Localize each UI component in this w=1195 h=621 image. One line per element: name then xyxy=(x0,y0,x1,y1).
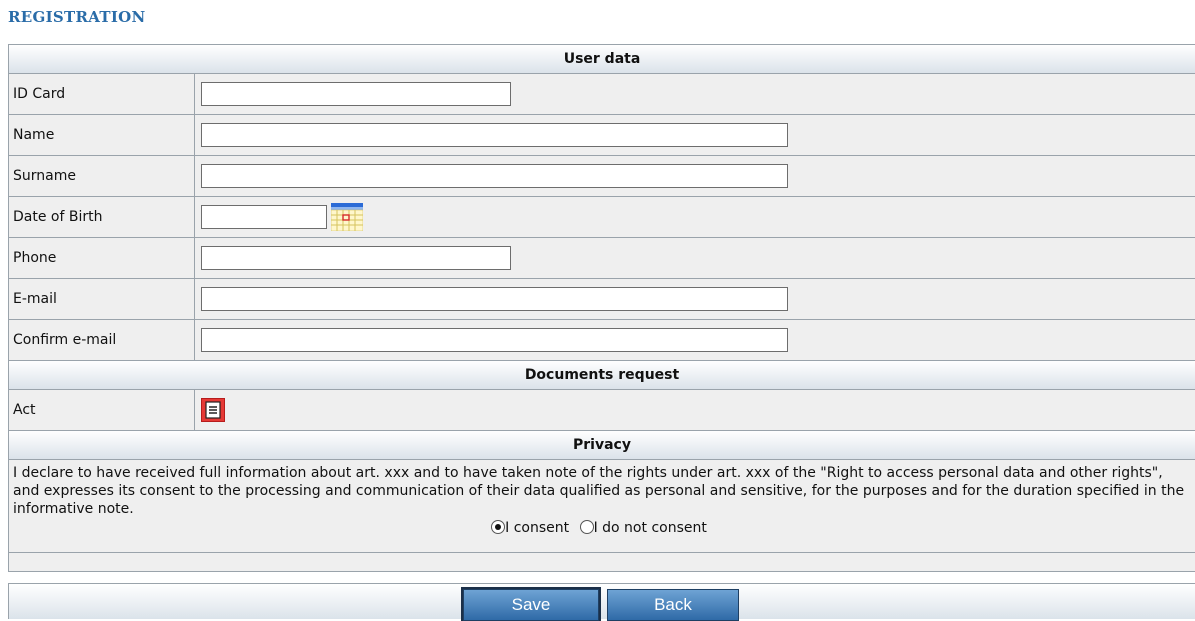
footer-bar: Save Back xyxy=(8,583,1195,621)
name-input[interactable] xyxy=(201,123,788,147)
save-button[interactable]: Save xyxy=(463,589,599,621)
registration-form: User data ID Card Name Surname Date of B… xyxy=(8,44,1195,572)
back-button[interactable]: Back xyxy=(607,589,739,621)
calendar-icon[interactable] xyxy=(330,203,364,232)
date-of-birth-input[interactable] xyxy=(201,205,327,229)
row-email: E-mail xyxy=(9,279,1195,320)
surname-label: Surname xyxy=(9,156,195,196)
document-list-icon[interactable] xyxy=(201,398,225,422)
id-card-input[interactable] xyxy=(201,82,511,106)
row-confirm-email: Confirm e-mail xyxy=(9,320,1195,361)
privacy-text: I declare to have received full informat… xyxy=(13,465,1185,517)
row-name: Name xyxy=(9,115,1195,156)
name-label: Name xyxy=(9,115,195,155)
row-id-card: ID Card xyxy=(9,74,1195,115)
confirm-email-input[interactable] xyxy=(201,328,788,352)
act-label: Act xyxy=(9,390,195,430)
surname-input[interactable] xyxy=(201,164,788,188)
consent-options: I consent I do not consent xyxy=(13,519,1191,537)
no-consent-radio[interactable] xyxy=(579,520,594,534)
section-header-privacy: Privacy xyxy=(9,431,1195,460)
confirm-email-label: Confirm e-mail xyxy=(9,320,195,360)
page-title: REGISTRATION xyxy=(8,8,146,26)
consent-radio[interactable] xyxy=(491,520,506,534)
consent-label[interactable]: I consent xyxy=(505,520,569,536)
row-surname: Surname xyxy=(9,156,1195,197)
phone-input[interactable] xyxy=(201,246,511,270)
date-of-birth-label: Date of Birth xyxy=(9,197,195,237)
section-header-user-data: User data xyxy=(9,45,1195,74)
privacy-panel: I declare to have received full informat… xyxy=(9,460,1195,553)
no-consent-label[interactable]: I do not consent xyxy=(594,520,707,536)
email-label: E-mail xyxy=(9,279,195,319)
row-act: Act xyxy=(9,390,1195,431)
phone-label: Phone xyxy=(9,238,195,278)
row-phone: Phone xyxy=(9,238,1195,279)
row-date-of-birth: Date of Birth xyxy=(9,197,1195,238)
id-card-label: ID Card xyxy=(9,74,195,114)
email-input[interactable] xyxy=(201,287,788,311)
section-header-documents: Documents request xyxy=(9,361,1195,390)
